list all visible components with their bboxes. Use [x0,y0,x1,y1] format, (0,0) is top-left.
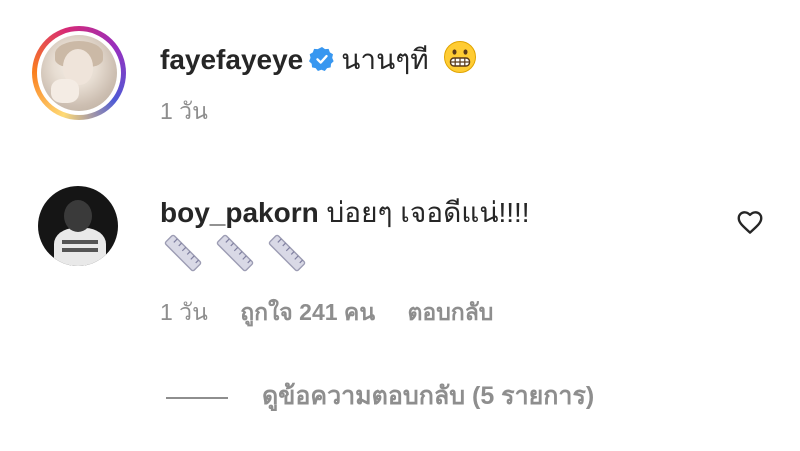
avatar-photo [41,35,117,111]
post-caption: fayefayeye นานๆที 1 วัน [0,0,800,150]
verified-badge-icon [309,46,335,80]
reply-button[interactable]: ตอบกลับ [407,299,493,325]
comment-likes[interactable]: ถูกใจ 241 คน [240,299,375,325]
comment-avatar[interactable] [38,186,118,266]
post-caption-text: นานๆที [341,44,429,75]
comment-username[interactable]: boy_pakorn [160,197,319,228]
comment-meta: 1 วัน ถูกใจ 241 คน ตอบกลับ [160,298,519,326]
post-meta: 1 วัน [160,97,234,125]
like-heart-icon[interactable] [735,207,765,237]
comment-time: 1 วัน [160,299,208,325]
ruler-sticker-icon [264,230,310,276]
comment-text: บ่อยๆ เจอดีแน่!!!! [326,197,530,228]
post-username[interactable]: fayefayeye [160,44,303,75]
ruler-sticker-icon [160,230,206,276]
post-time: 1 วัน [160,98,208,124]
replies-divider [166,397,228,399]
caption-line: fayefayeye นานๆที [160,40,477,82]
comment-line: boy_pakorn บ่อยๆ เจอดีแน่!!!! [160,196,530,230]
view-replies-button[interactable]: ดูข้อความตอบกลับ (5 รายการ) [262,380,594,412]
ruler-sticker-icon [212,230,258,276]
avatar[interactable] [32,26,126,120]
grimacing-face-emoji-icon [443,40,477,82]
